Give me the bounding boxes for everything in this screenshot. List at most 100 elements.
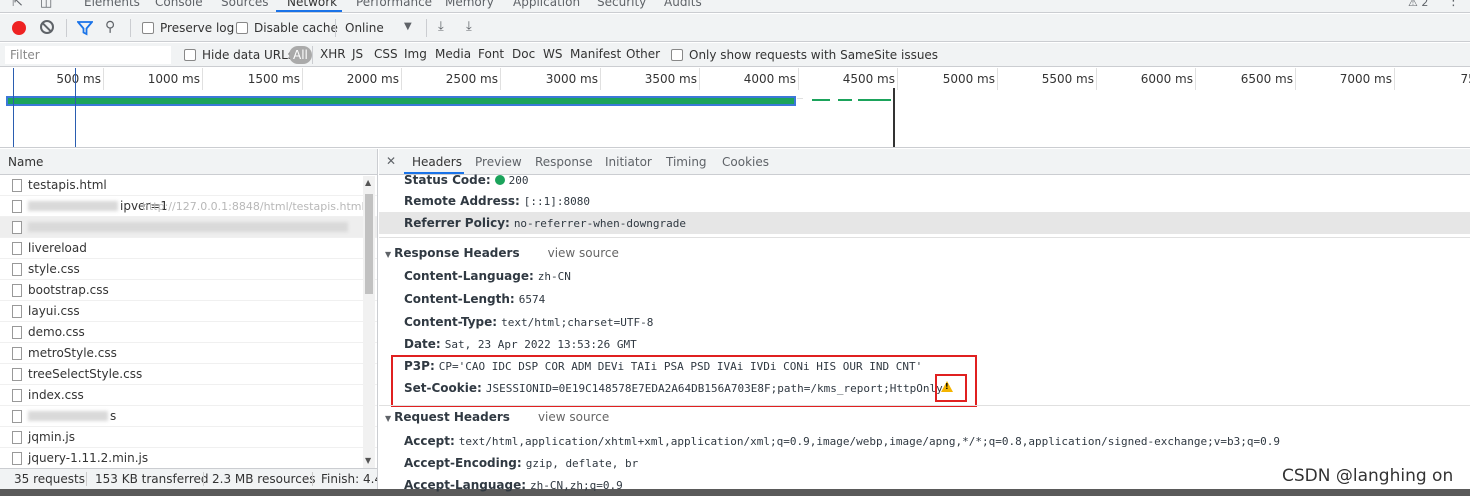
tab-console[interactable]: Console: [155, 0, 203, 9]
list-item[interactable]: [0, 217, 377, 238]
header-row[interactable]: Content-Type: text/html;charset=UTF-8: [404, 315, 653, 329]
checkbox-box[interactable]: [671, 49, 683, 61]
tab-elements[interactable]: Elements: [84, 0, 140, 9]
header-row[interactable]: Date: Sat, 23 Apr 2022 13:53:26 GMT: [404, 337, 637, 351]
filter-type-img[interactable]: Img: [404, 47, 427, 61]
preserve-log-checkbox[interactable]: Preserve log: [142, 14, 234, 42]
element-picker-icon[interactable]: ⇱: [12, 0, 23, 10]
header-value: gzip, deflate, br: [525, 457, 639, 470]
name-column-header[interactable]: Name: [0, 149, 377, 175]
view-source-link[interactable]: view source: [548, 246, 619, 260]
list-item[interactable]: jquery-1.11.2.min.js: [0, 448, 377, 468]
list-item[interactable]: treeSelectStyle.css: [0, 364, 377, 385]
filter-type-other[interactable]: Other: [626, 47, 660, 61]
request-name: s: [110, 409, 117, 423]
tab-initiator[interactable]: Initiator: [605, 155, 652, 169]
clear-icon[interactable]: [40, 20, 54, 34]
list-item[interactable]: demo.css: [0, 322, 377, 343]
tab-cookies[interactable]: Cookies: [722, 155, 769, 169]
view-source-link[interactable]: view source: [538, 410, 609, 424]
list-item[interactable]: jqmin.js: [0, 427, 377, 448]
checkbox-box[interactable]: [236, 22, 248, 34]
tab-security[interactable]: Security: [597, 0, 646, 9]
header-row-p3p[interactable]: P3P: CP='CAO IDC DSP COR ADM DEVi TAIi PS…: [404, 359, 922, 373]
list-item[interactable]: testapis.html: [0, 175, 377, 196]
more-options-icon[interactable]: ⋮: [1447, 0, 1460, 9]
filter-input[interactable]: [5, 46, 171, 64]
tab-timing[interactable]: Timing: [666, 155, 707, 169]
list-item[interactable]: metroStyle.css: [0, 343, 377, 364]
request-headers-section-title[interactable]: ▼ Request Headers view source: [385, 410, 609, 424]
chevron-down-icon[interactable]: ▼: [404, 21, 412, 32]
status-divider: [312, 472, 313, 486]
timeline-overview[interactable]: 500 ms 1000 ms 1500 ms 2000 ms 2500 ms 3000 m…: [0, 68, 1470, 148]
expand-triangle-icon[interactable]: ▼: [385, 250, 391, 259]
tab-audits[interactable]: Audits: [664, 0, 702, 9]
timeline-gridline: [103, 68, 104, 90]
filter-type-js[interactable]: JS: [352, 47, 363, 61]
scroll-down-icon[interactable]: ▼: [365, 456, 371, 465]
tab-headers[interactable]: Headers: [412, 155, 462, 169]
filter-type-all[interactable]: All: [289, 46, 312, 64]
record-button[interactable]: [12, 21, 26, 35]
timeline-gridline: [997, 68, 998, 90]
list-scrollbar[interactable]: ▲ ▼: [363, 176, 375, 468]
filter-type-font[interactable]: Font: [478, 47, 504, 61]
filter-type-ws[interactable]: WS: [543, 47, 562, 61]
header-row[interactable]: Content-Language: zh-CN: [404, 269, 571, 283]
list-item[interactable]: livereload: [0, 238, 377, 259]
status-divider: [203, 472, 204, 486]
tab-performance[interactable]: Performance: [356, 0, 432, 9]
list-item[interactable]: s: [0, 406, 377, 427]
header-row-status-code[interactable]: Status Code: 200: [404, 173, 529, 187]
scroll-up-icon[interactable]: ▲: [365, 178, 371, 187]
scroll-thumb[interactable]: [365, 194, 373, 294]
samesite-checkbox[interactable]: Only show requests with SameSite issues: [671, 43, 938, 67]
section-divider: [379, 237, 1470, 238]
timeline-tick-label: 1000 ms: [147, 72, 200, 86]
list-item[interactable]: layui.css: [0, 301, 377, 322]
tab-application[interactable]: Application: [513, 0, 580, 9]
hide-data-urls-checkbox[interactable]: Hide data URLs: [184, 43, 294, 67]
samesite-label: Only show requests with SameSite issues: [689, 48, 939, 62]
header-row[interactable]: Accept-Language: zh-CN,zh;q=0.9: [404, 478, 623, 492]
close-icon[interactable]: ✕: [386, 154, 396, 168]
checkbox-box[interactable]: [184, 49, 196, 61]
throttling-select[interactable]: Online: [345, 14, 384, 42]
import-har-icon[interactable]: ⤓: [438, 19, 444, 34]
tab-memory[interactable]: Memory: [445, 0, 494, 9]
header-row-referrer-policy[interactable]: Referrer Policy: no-referrer-when-downgra…: [404, 216, 686, 230]
tab-sources[interactable]: Sources: [221, 0, 268, 9]
filter-type-media[interactable]: Media: [435, 47, 471, 61]
filter-icon[interactable]: [77, 20, 93, 36]
header-row-remote-address[interactable]: Remote Address: [::1]:8080: [404, 194, 590, 208]
export-har-icon[interactable]: ⤓: [466, 19, 472, 34]
checkbox-box[interactable]: [142, 22, 154, 34]
request-name: index.css: [28, 388, 84, 402]
disable-cache-checkbox[interactable]: Disable cache: [236, 14, 338, 42]
header-row[interactable]: Accept: text/html,application/xhtml+xml,a…: [404, 434, 1280, 448]
header-key: Accept:: [404, 434, 455, 448]
list-item[interactable]: bootstrap.css: [0, 280, 377, 301]
tab-network[interactable]: Network: [287, 0, 337, 9]
warning-icon[interactable]: !: [941, 381, 953, 392]
filter-type-manifest[interactable]: Manifest: [570, 47, 621, 61]
filter-type-doc[interactable]: Doc: [512, 47, 535, 61]
list-item[interactable]: style.css: [0, 259, 377, 280]
tab-preview[interactable]: Preview: [475, 155, 522, 169]
filter-bar: Hide data URLs All XHR JS CSS Img Media …: [0, 43, 1470, 67]
search-icon[interactable]: ⚲: [105, 19, 115, 35]
response-headers-section-title[interactable]: ▼ Response Headers view source: [385, 246, 619, 260]
expand-triangle-icon[interactable]: ▼: [385, 414, 391, 423]
header-row-set-cookie[interactable]: Set-Cookie: JSESSIONID=0E19C148578E7EDA2A…: [404, 381, 943, 395]
list-item[interactable]: ipver=1 http://127.0.0.1:8848/html/testap…: [0, 196, 377, 217]
device-toolbar-icon[interactable]: ◫: [40, 0, 52, 10]
timeline-tick-label: 2000 ms: [346, 72, 399, 86]
list-item[interactable]: index.css: [0, 385, 377, 406]
filter-type-css[interactable]: CSS: [374, 47, 398, 61]
header-row[interactable]: Accept-Encoding: gzip, deflate, br: [404, 456, 638, 470]
filter-type-xhr[interactable]: XHR: [320, 47, 346, 61]
header-row[interactable]: Content-Length: 6574: [404, 292, 545, 306]
warnings-counter[interactable]: ⚠ 2: [1408, 0, 1428, 9]
tab-response[interactable]: Response: [535, 155, 593, 169]
